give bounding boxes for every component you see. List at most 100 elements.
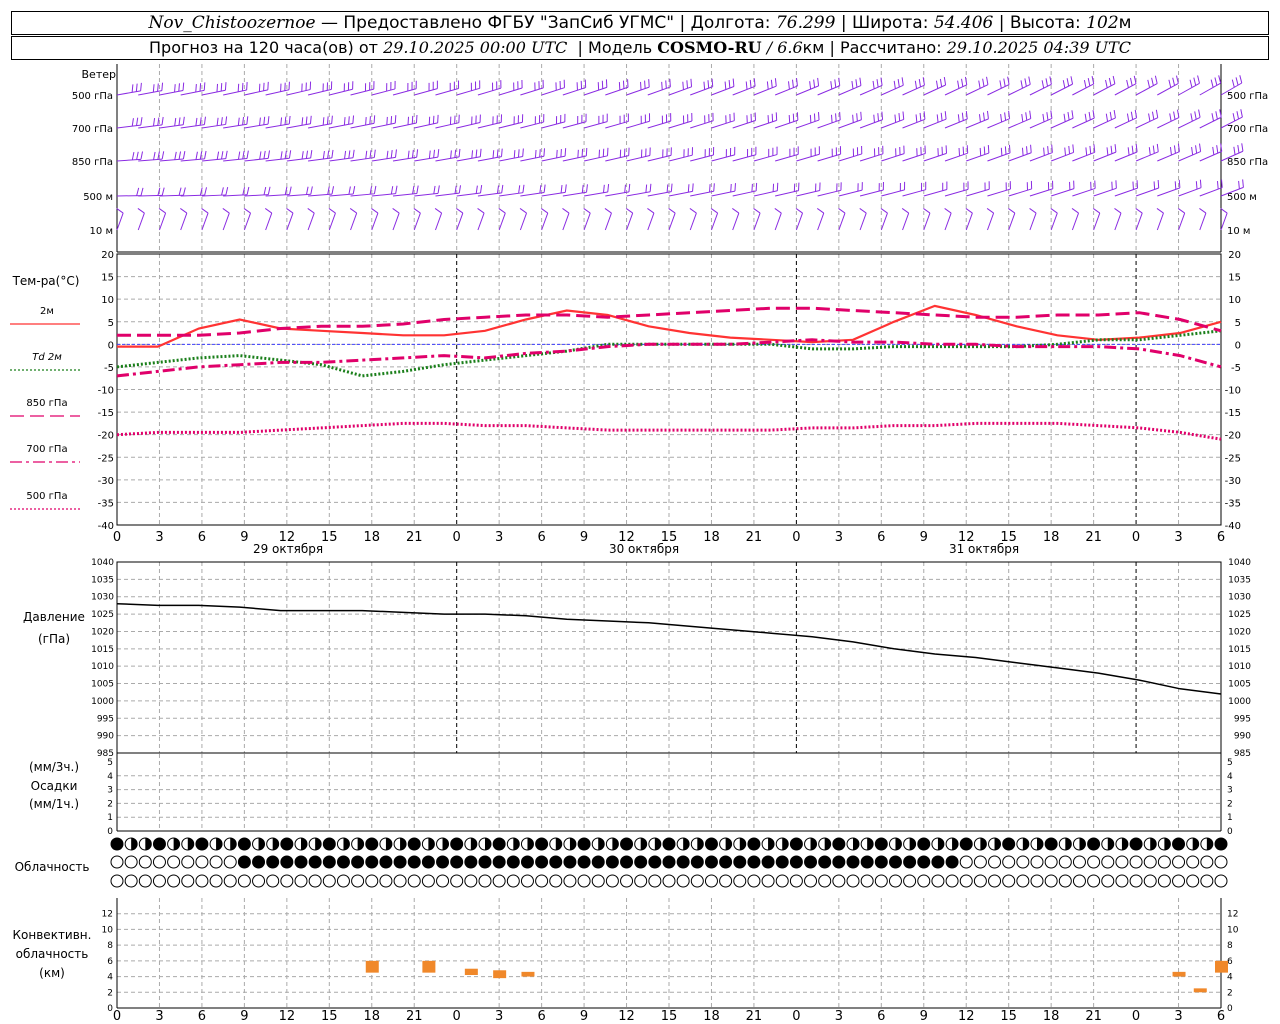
wind-barb-shaft xyxy=(1072,83,1094,96)
cloud-circle xyxy=(1186,855,1200,869)
wind-barb-flag xyxy=(392,208,400,214)
wind-barb xyxy=(605,79,629,96)
wind-barb-shaft xyxy=(966,118,989,129)
cloud-circle xyxy=(1044,874,1058,888)
cloud-circle xyxy=(322,874,336,888)
wind-barb-flag xyxy=(625,208,633,214)
wind-barb-shaft xyxy=(243,212,252,231)
wind-barb xyxy=(1072,144,1096,162)
cloud-circle xyxy=(1002,855,1016,869)
cloud-cover-symbol xyxy=(138,874,152,888)
wind-barb-flag xyxy=(195,117,198,126)
cloud-cover-symbol xyxy=(407,855,421,869)
cloud-circle-part xyxy=(357,838,364,850)
wind-barb-flag xyxy=(543,148,546,157)
conv-y-tick-left: 8 xyxy=(107,941,113,951)
cloud-circle-part xyxy=(598,838,605,850)
wind-barb-flag xyxy=(935,80,939,89)
hour-tick-label: 9 xyxy=(580,530,588,545)
wind-barb-flag xyxy=(182,116,185,125)
wind-barb-shaft xyxy=(519,212,528,231)
wind-barb-shaft xyxy=(923,189,948,197)
cloud-cover-symbol xyxy=(195,874,209,888)
cloud-cover-symbol xyxy=(676,874,690,888)
cloud-circle xyxy=(1087,874,1101,888)
wind-barb-flag xyxy=(581,184,584,193)
hour-tick-label: 12 xyxy=(958,530,975,545)
wind-barb xyxy=(265,81,290,96)
wind-barb-flag xyxy=(1239,75,1243,84)
wind-barb-shaft xyxy=(265,89,290,96)
cloud-circle xyxy=(917,837,931,851)
cloud-circle xyxy=(1030,855,1044,869)
cloud-circle xyxy=(1002,874,1016,888)
wind-barb-flag xyxy=(944,208,952,214)
cloud-cover-symbol xyxy=(181,837,195,851)
wind-level-label-right: 10 м xyxy=(1227,226,1250,237)
wind-barb-shaft xyxy=(690,190,714,197)
wind-barb xyxy=(668,183,694,197)
cloud-cover-symbol xyxy=(336,855,350,869)
cloud-circle xyxy=(209,874,223,888)
cloud-circle-part xyxy=(612,838,619,850)
wind-barb xyxy=(1072,180,1096,197)
wind-barb-shaft xyxy=(753,190,778,197)
cloud-circle xyxy=(888,855,902,869)
cloud-circle xyxy=(1200,874,1214,888)
wind-barb-flag xyxy=(1071,208,1079,214)
wind-barb-flag xyxy=(1043,147,1045,156)
wind-barb-shaft xyxy=(923,84,946,96)
cloud-cover-symbol xyxy=(407,837,421,851)
wind-barb-flag xyxy=(328,208,336,214)
wind-barb-flag xyxy=(204,150,207,159)
wind-level-label-left: 700 гПа xyxy=(72,124,113,135)
wind-barb-shaft xyxy=(159,194,184,197)
precip-y-tick-left: 5 xyxy=(107,758,113,768)
hour-tick-label: 21 xyxy=(746,530,763,545)
pressure-y-tick-right: 995 xyxy=(1234,714,1251,724)
wind-barb-shaft xyxy=(541,121,565,129)
temp-y-tick-right: 10 xyxy=(1228,295,1241,306)
wind-barb-flag xyxy=(943,77,947,86)
wind-barb-flag xyxy=(1147,79,1151,88)
wind-barb-shaft xyxy=(180,158,205,162)
cloud-cover-symbol xyxy=(676,855,690,869)
cloud-cover-symbol xyxy=(506,855,520,869)
cloud-circle xyxy=(492,855,506,869)
cloud-circle-part xyxy=(810,838,817,850)
cloud-circle xyxy=(747,837,761,851)
cloud-cover-symbol xyxy=(1214,837,1228,851)
wind-barb-shaft xyxy=(732,190,757,197)
wind-barb-flag xyxy=(373,185,377,194)
wind-barb xyxy=(859,181,884,197)
wind-barb xyxy=(987,76,1010,96)
wind-barb xyxy=(690,112,714,129)
wind-barb xyxy=(1050,110,1074,129)
cloud-circle xyxy=(563,855,577,869)
wind-barb-shaft xyxy=(1178,82,1200,96)
wind-barb-flag xyxy=(280,117,283,126)
cloud-circle xyxy=(223,855,237,869)
wind-barb-flag xyxy=(1215,111,1218,120)
wind-barb-flag xyxy=(199,117,202,126)
wind-barb xyxy=(647,78,671,96)
wind-barb xyxy=(796,146,820,162)
wind-barb-flag xyxy=(564,148,567,157)
wind-barb-flag xyxy=(745,81,748,90)
wind-barb-shaft xyxy=(605,155,629,162)
wind-barb-shaft xyxy=(180,124,205,129)
wind-barb-flag xyxy=(1108,77,1112,86)
wind-barb-flag xyxy=(475,149,478,158)
cloud-cover-symbol xyxy=(167,855,181,869)
wind-barb-shaft xyxy=(774,212,782,231)
wind-barb-flag xyxy=(519,208,527,214)
wind-barb-flag xyxy=(1025,112,1028,121)
wind-barb-flag xyxy=(450,150,452,159)
cloud-cover-symbol xyxy=(280,874,294,888)
cloud-circle xyxy=(789,837,803,851)
wind-barb-shaft xyxy=(499,192,523,197)
wind-barb-flag xyxy=(986,208,994,214)
cloud-circle-part xyxy=(739,838,746,850)
cloud-cover-symbol xyxy=(874,874,888,888)
wind-barb-shaft xyxy=(944,84,967,96)
